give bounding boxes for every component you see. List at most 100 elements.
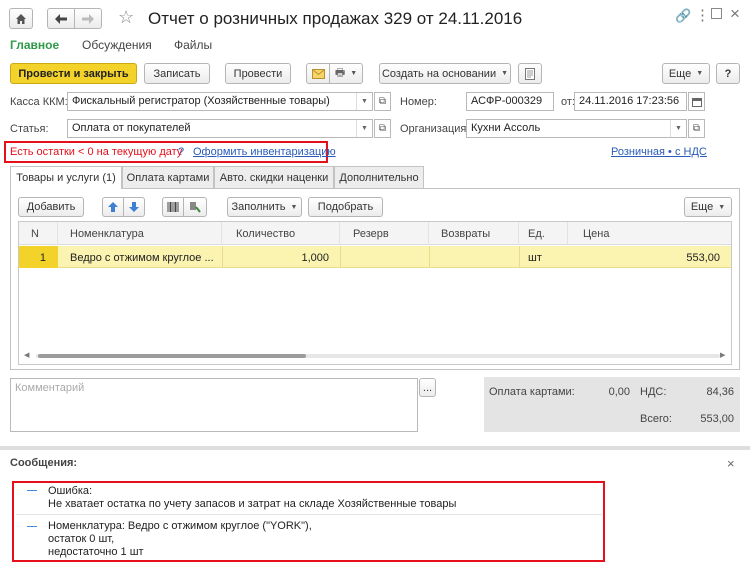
vat-mode-link[interactable]: Розничная • с НДС [611, 146, 707, 158]
printer-icon: 🖶 [334, 67, 346, 79]
cell-unit[interactable]: шт [522, 247, 568, 268]
row-cell-dividers [222, 246, 223, 268]
article-field[interactable]: Оплата от покупателей ▼ [67, 119, 373, 138]
cell-price[interactable]: 553,00 [568, 247, 731, 268]
cards-total-value: 0,00 [608, 386, 630, 398]
open-icon: ⧉ [692, 123, 701, 134]
vat-total-label: НДС: [640, 386, 667, 398]
open-icon: ⧉ [378, 123, 387, 134]
window-link-icon[interactable]: 🔗 [675, 8, 691, 24]
star-icon[interactable]: ☆ [118, 7, 134, 28]
scrollbar-thumb[interactable] [38, 354, 306, 358]
chevron-down-icon[interactable]: ▼ [356, 93, 372, 110]
org-open-button[interactable]: ⧉ [688, 119, 705, 138]
nav-tab-files[interactable]: Файлы [174, 38, 212, 52]
move-up-button[interactable] [102, 197, 124, 217]
tab-additional[interactable]: Дополнительно [334, 166, 424, 188]
grand-total-value: 553,00 [700, 413, 734, 425]
create-based-on-button[interactable]: Создать на основании ▼ [379, 63, 511, 84]
messages-title: Сообщения: [10, 457, 78, 469]
number-field[interactable]: АСФР-000329 [466, 92, 554, 111]
back-button[interactable] [47, 8, 75, 29]
grand-total-label: Всего: [640, 413, 672, 425]
arrow-right-icon [82, 13, 94, 24]
article-label: Статья: [10, 123, 49, 135]
move-down-button[interactable] [123, 197, 145, 217]
kassa-field[interactable]: Фискальный регистратор (Хозяйственные то… [67, 92, 373, 111]
arrow-down-icon [129, 202, 139, 212]
tab-auto-discounts[interactable]: Авто. скидки наценки [214, 166, 334, 188]
chevron-down-icon[interactable]: ▼ [356, 120, 372, 137]
cell-quantity[interactable]: 1,000 [222, 247, 340, 268]
org-label: Организация: [400, 123, 470, 135]
chevron-down-icon: ▼ [696, 70, 704, 77]
barcode-icon [167, 202, 179, 212]
forward-button[interactable] [74, 8, 102, 29]
message-item-line-3[interactable]: недостаточно 1 шт [48, 546, 144, 558]
scanner-icon [190, 202, 201, 213]
envelope-icon [311, 68, 325, 79]
home-button[interactable] [9, 8, 33, 29]
barcode-button[interactable] [162, 197, 184, 217]
calendar-button[interactable] [688, 92, 705, 111]
add-row-button[interactable]: Добавить [18, 197, 84, 217]
message-error-text[interactable]: Не хватает остатка по учету запасов и за… [48, 498, 456, 510]
window-close-icon[interactable]: × [730, 4, 740, 24]
message-item-line-1[interactable]: Номенклатура: Ведро с отжимом круглое ("… [48, 520, 312, 532]
scanner-button[interactable] [183, 197, 207, 217]
row-cell-divider [340, 246, 341, 268]
print-button[interactable]: 🖶 ▼ [329, 63, 363, 84]
comment-field[interactable]: Комментарий [10, 378, 418, 432]
open-icon: ⧉ [378, 96, 387, 107]
kassa-open-button[interactable]: ⧉ [374, 92, 391, 111]
fill-button[interactable]: Заполнить ▼ [227, 197, 302, 217]
comment-expand-button[interactable]: ... [419, 378, 436, 397]
cell-nomenclature[interactable]: Ведро с отжимом круглое ... [64, 247, 222, 268]
cell-reserve[interactable] [340, 247, 429, 268]
email-button[interactable] [306, 63, 330, 84]
tab-goods-services[interactable]: Товары и услуги (1) [10, 166, 122, 189]
message-error-title[interactable]: Ошибка: [48, 485, 92, 497]
messages-divider [0, 446, 750, 450]
pick-button[interactable]: Подобрать [308, 197, 383, 217]
tab-card-payments[interactable]: Оплата картами [122, 166, 214, 188]
row-cell-divider [429, 246, 430, 268]
scroll-left-icon[interactable]: ◀ [24, 351, 29, 359]
date-label: от: [561, 96, 575, 108]
document-icon [525, 67, 535, 80]
col-header-price[interactable]: Цена [568, 222, 731, 245]
window-menu-icon[interactable]: ⋮ [695, 6, 710, 24]
col-header-n[interactable]: N [19, 222, 58, 245]
message-item-line-2[interactable]: остаток 0 шт, [48, 533, 114, 545]
chevron-down-icon[interactable]: ▼ [670, 120, 686, 137]
negative-stock-warning: Есть остатки < 0 на текущую дату [10, 146, 183, 158]
col-header-returns[interactable]: Возвраты [429, 222, 519, 245]
window-maximize-icon[interactable] [711, 8, 722, 19]
org-field[interactable]: Кухни Ассоль ▼ [466, 119, 687, 138]
grid-more-button[interactable]: Еще ▼ [684, 197, 732, 217]
tab-active-gap [11, 187, 121, 189]
post-and-close-button[interactable]: Провести и закрыть [10, 63, 137, 84]
chevron-down-icon: ▼ [350, 70, 358, 77]
nav-tab-main[interactable]: Главное [10, 38, 59, 52]
nav-tab-discussions[interactable]: Обсуждения [82, 38, 152, 52]
arrow-left-icon [55, 13, 67, 24]
post-button[interactable]: Провести [225, 63, 291, 84]
date-field[interactable]: 24.11.2016 17:23:56 [574, 92, 687, 111]
help-button[interactable]: ? [716, 63, 740, 84]
messages-close-icon[interactable]: × [727, 456, 735, 471]
col-header-reserve[interactable]: Резерв [340, 222, 429, 245]
cell-n[interactable]: 1 [19, 247, 58, 268]
chevron-down-icon: ▼ [718, 203, 726, 211]
scroll-right-icon[interactable]: ▶ [720, 351, 725, 359]
col-header-nomenclature[interactable]: Номенклатура [58, 222, 222, 245]
report-button[interactable] [518, 63, 542, 84]
col-header-unit[interactable]: Ед. [519, 222, 568, 245]
cell-returns[interactable] [429, 247, 519, 268]
article-open-button[interactable]: ⧉ [374, 119, 391, 138]
col-header-quantity[interactable]: Количество [222, 222, 340, 245]
warning-help-link[interactable]: ? [178, 146, 184, 158]
save-button[interactable]: Записать [144, 63, 210, 84]
create-inventory-link[interactable]: Оформить инвентаризацию [193, 146, 336, 158]
more-button[interactable]: Еще ▼ [662, 63, 710, 84]
